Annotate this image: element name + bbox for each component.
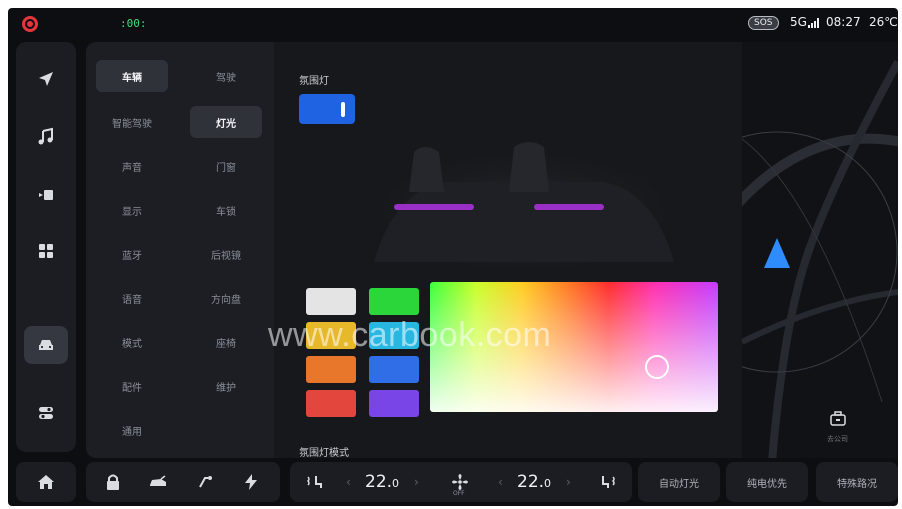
settings-menu: 车辆 智能驾驶 声音 显示 蓝牙 语音 模式 配件 通用 驾驶 灯光 门窗 车锁… bbox=[86, 42, 274, 458]
left-dock bbox=[16, 42, 76, 452]
lock-button[interactable] bbox=[103, 472, 123, 492]
temp-right-increase-icon[interactable]: › bbox=[566, 475, 571, 489]
charge-port-icon bbox=[199, 476, 212, 488]
color-swatch-blue[interactable] bbox=[369, 356, 419, 383]
color-swatch-red[interactable] bbox=[306, 390, 356, 417]
trunk-icon bbox=[150, 475, 166, 486]
special-road-button[interactable]: 特殊路况 bbox=[816, 462, 898, 502]
sos-button[interactable]: SOS bbox=[748, 16, 779, 30]
menu-item-voice[interactable]: 语音 bbox=[96, 282, 168, 314]
seat-heat-left-button[interactable] bbox=[304, 472, 324, 492]
dock-car-button[interactable] bbox=[24, 326, 68, 364]
navigation-arrow-icon bbox=[764, 238, 790, 268]
car-screen: :00: SOS 5G 08:27 26℃ 车辆 智能驾驶 声音 显示 蓝牙 语… bbox=[8, 8, 898, 506]
brand-logo-icon bbox=[22, 16, 38, 32]
menu-item-sound[interactable]: 声音 bbox=[96, 150, 168, 182]
lock-icon bbox=[107, 474, 119, 490]
trunk-button[interactable] bbox=[148, 472, 168, 492]
dock-controls-button[interactable] bbox=[24, 394, 68, 432]
menu-item-mirrors[interactable]: 后视镜 bbox=[190, 238, 262, 270]
charge-port-button[interactable] bbox=[196, 472, 216, 492]
clock: 08:27 bbox=[826, 15, 861, 29]
color-swatch-green[interactable] bbox=[369, 288, 419, 315]
dock-media-button[interactable] bbox=[24, 176, 68, 214]
menu-item-mode[interactable]: 模式 bbox=[96, 326, 168, 358]
music-icon bbox=[38, 127, 53, 145]
color-swatch-white[interactable] bbox=[306, 288, 356, 315]
ambient-mode-title: 氛围灯模式 bbox=[299, 448, 349, 459]
temp-left: 22.0 bbox=[365, 472, 399, 492]
signal-icon bbox=[808, 18, 820, 28]
seat-heat-right-button[interactable] bbox=[598, 472, 618, 492]
dock-navigation-button[interactable] bbox=[24, 60, 68, 98]
outside-temperature: 26℃ bbox=[869, 15, 898, 29]
menu-item-steering-wheel[interactable]: 方向盘 bbox=[190, 282, 262, 314]
fan-state: OFF bbox=[453, 490, 465, 497]
menu-item-driving[interactable]: 驾驶 bbox=[190, 60, 262, 92]
apps-grid-icon bbox=[39, 244, 53, 258]
fan-button[interactable] bbox=[450, 472, 470, 492]
dock-music-button[interactable] bbox=[24, 118, 68, 156]
car-icon bbox=[39, 340, 53, 350]
auto-lights-button[interactable]: 自动灯光 bbox=[638, 462, 720, 502]
ev-priority-button[interactable]: 纯电优先 bbox=[726, 462, 808, 502]
menu-item-lighting[interactable]: 灯光 bbox=[190, 106, 262, 138]
ambient-light-panel: 氛围灯 氛围灯模式 bbox=[274, 42, 742, 459]
map-view[interactable]: 去公司 bbox=[742, 42, 898, 458]
temp-right: 22.0 bbox=[517, 472, 551, 492]
seat-heat-icon bbox=[306, 476, 322, 488]
destination-label: 去公司 bbox=[827, 435, 848, 443]
ambient-light-toggle[interactable] bbox=[299, 94, 355, 124]
menu-item-display[interactable]: 显示 bbox=[96, 194, 168, 226]
fan-icon bbox=[452, 474, 468, 490]
dock-apps-button[interactable] bbox=[24, 232, 68, 270]
menu-item-bluetooth[interactable]: 蓝牙 bbox=[96, 238, 168, 270]
temp-right-whole: 22. bbox=[517, 472, 545, 492]
home-button[interactable] bbox=[36, 472, 56, 492]
watermark: www.carbook.com bbox=[268, 316, 552, 354]
temp-right-decrease-icon[interactable]: ‹ bbox=[498, 475, 503, 489]
light-indicator-icon: :00: bbox=[120, 17, 147, 30]
destination-shortcut[interactable]: 去公司 bbox=[827, 410, 848, 444]
menu-item-locks[interactable]: 车锁 bbox=[190, 194, 262, 226]
color-swatch-orange[interactable] bbox=[306, 356, 356, 383]
temp-left-whole: 22. bbox=[365, 472, 393, 492]
controls-icon bbox=[39, 407, 53, 419]
section-title: 氛围灯 bbox=[299, 76, 329, 87]
menu-item-general[interactable]: 通用 bbox=[96, 414, 168, 446]
color-swatch-purple[interactable] bbox=[369, 390, 419, 417]
menu-item-maintenance[interactable]: 维护 bbox=[190, 370, 262, 402]
temp-left-decimal: 0 bbox=[392, 477, 400, 490]
navigation-icon bbox=[39, 72, 53, 86]
toggle-knob bbox=[341, 102, 345, 117]
seat-heat-icon bbox=[602, 476, 615, 488]
menu-item-seats[interactable]: 座椅 bbox=[190, 326, 262, 358]
temp-left-increase-icon[interactable]: › bbox=[414, 475, 419, 489]
menu-item-accessories[interactable]: 配件 bbox=[96, 370, 168, 402]
home-icon bbox=[38, 475, 54, 489]
energy-button[interactable] bbox=[241, 472, 261, 492]
menu-item-vehicle[interactable]: 车辆 bbox=[96, 60, 168, 92]
media-icon bbox=[39, 190, 53, 200]
status-bar: :00: SOS 5G 08:27 26℃ bbox=[8, 8, 898, 38]
menu-item-doors-windows[interactable]: 门窗 bbox=[190, 150, 262, 182]
home-block bbox=[16, 462, 76, 502]
menu-item-smart-driving[interactable]: 智能驾驶 bbox=[96, 106, 168, 138]
climate-block: ‹ 22.0 › OFF ‹ 22.0 › bbox=[290, 462, 632, 502]
color-picker-cursor[interactable] bbox=[645, 355, 669, 379]
network-label: 5G bbox=[790, 15, 807, 29]
temp-left-decrease-icon[interactable]: ‹ bbox=[346, 475, 351, 489]
lightning-icon bbox=[245, 474, 257, 490]
car-interior-preview bbox=[354, 142, 694, 282]
quick-controls-block bbox=[86, 462, 280, 502]
briefcase-icon bbox=[829, 411, 846, 426]
temp-right-decimal: 0 bbox=[544, 477, 552, 490]
